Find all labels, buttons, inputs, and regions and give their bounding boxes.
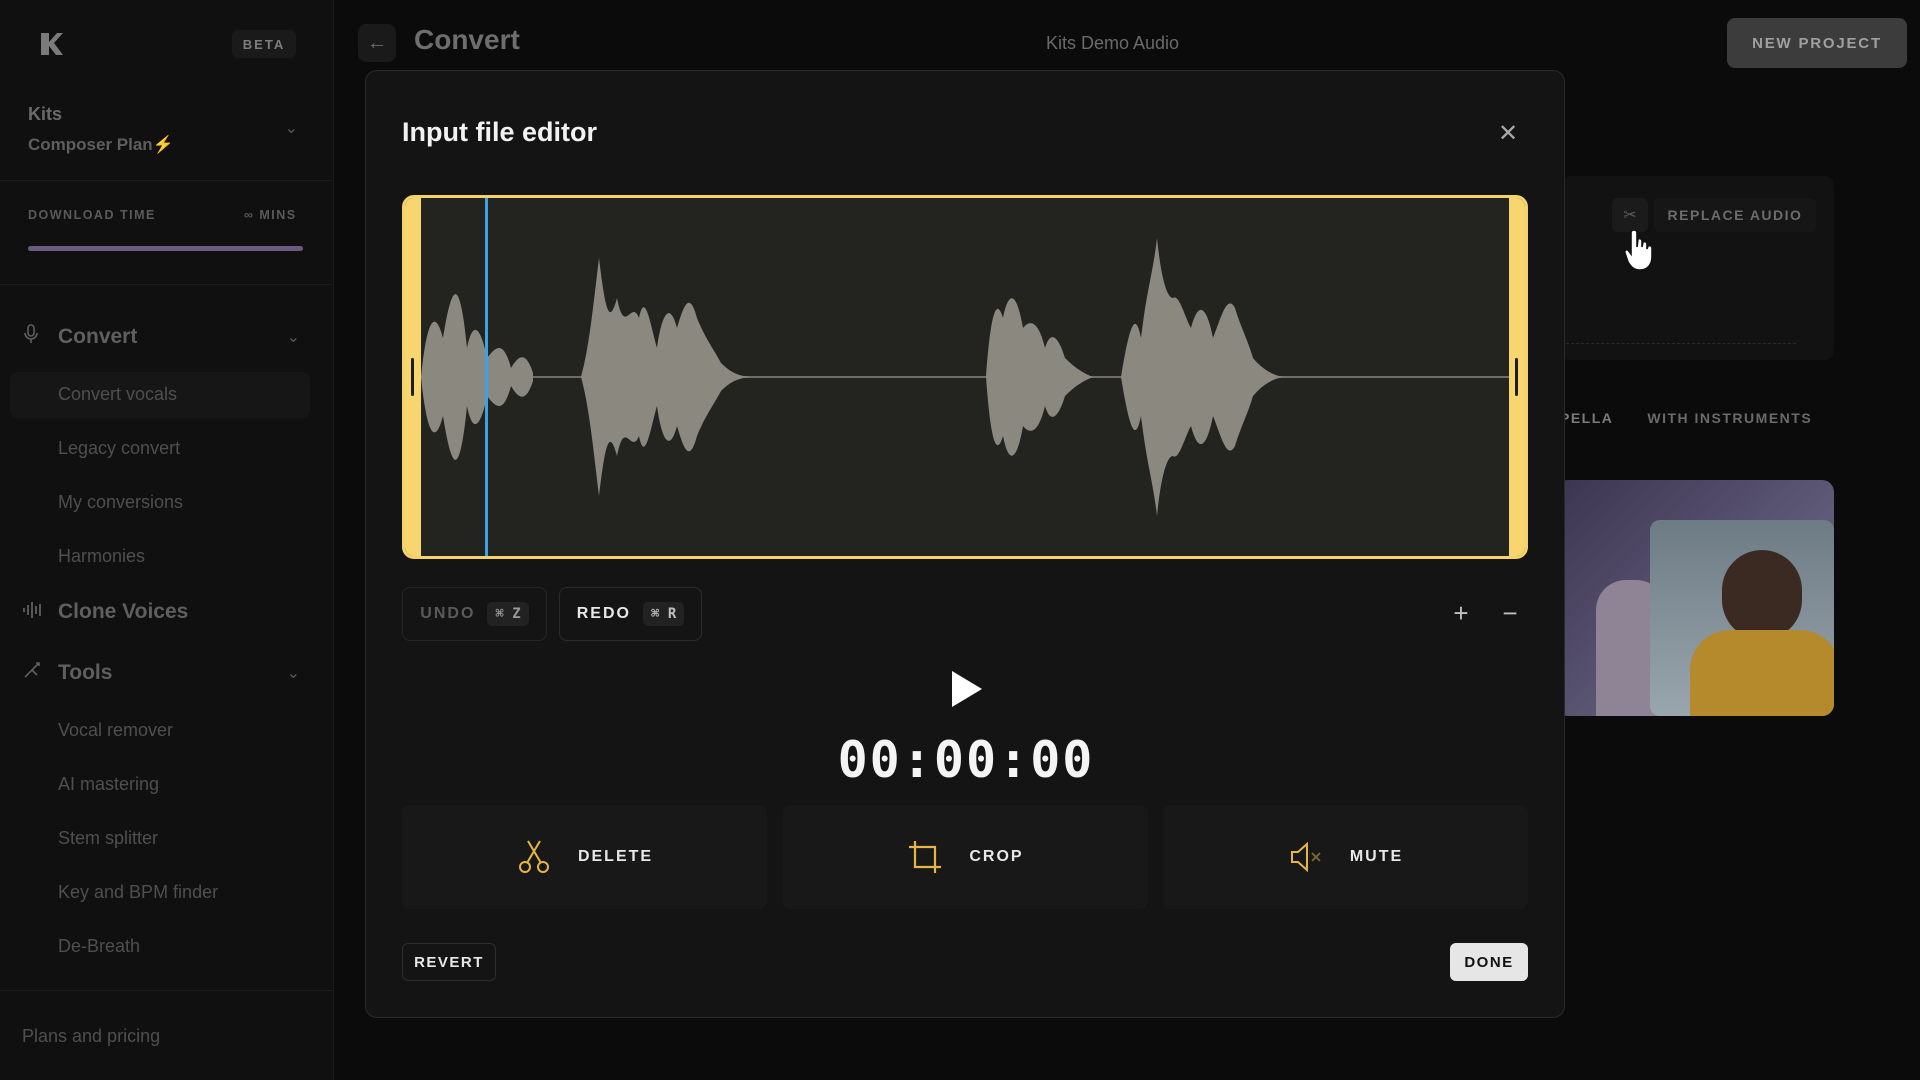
- chevron-down-icon[interactable]: ⌄: [287, 327, 300, 347]
- undo-shortcut: ⌘ Z: [487, 602, 529, 626]
- download-time-label: DOWNLOAD TIME: [28, 208, 156, 222]
- beta-badge: BETA: [232, 30, 296, 58]
- redo-button[interactable]: REDO ⌘ R: [559, 587, 702, 641]
- nav-item-my-conversions[interactable]: My conversions: [58, 492, 183, 513]
- waveform-icon: [22, 601, 46, 624]
- done-button[interactable]: DONE: [1450, 943, 1528, 981]
- grip-icon: [411, 358, 414, 396]
- download-time-value: ∞ MINS: [244, 208, 297, 222]
- nav-section-tools[interactable]: Tools ⌄: [22, 660, 300, 685]
- tab-acapella[interactable]: PELLA: [1560, 410, 1613, 426]
- close-button[interactable]: ✕: [1492, 117, 1524, 149]
- nav-item-harmonies[interactable]: Harmonies: [58, 546, 145, 567]
- kits-logo-icon[interactable]: [38, 30, 66, 58]
- undo-label: UNDO: [420, 605, 476, 622]
- delete-label: DELETE: [577, 848, 654, 865]
- account-plan: Composer Plan⚡: [28, 135, 298, 155]
- zoom-out-button[interactable]: −: [1495, 597, 1525, 629]
- nav-section-clone-voices[interactable]: Clone Voices: [22, 600, 300, 624]
- nav-item-legacy-convert[interactable]: Legacy convert: [58, 438, 180, 459]
- nav-item-convert-vocals[interactable]: Convert vocals: [58, 384, 177, 405]
- output-mode-tabs: PELLA WITH INSTRUMENTS: [1560, 410, 1812, 426]
- plus-icon: +: [1453, 597, 1469, 628]
- back-button[interactable]: ←: [358, 24, 396, 62]
- plans-and-pricing-link[interactable]: Plans and pricing: [22, 1026, 160, 1047]
- sidebar: BETA Kits Composer Plan⚡ ⌄ DOWNLOAD TIME…: [0, 0, 334, 1080]
- account-switcher[interactable]: Kits Composer Plan⚡ ⌄: [28, 104, 298, 155]
- download-time-bar: [28, 246, 303, 251]
- tools-icon: [22, 660, 46, 685]
- artwork-head: [1722, 550, 1802, 640]
- divider: [0, 180, 334, 181]
- close-icon: ✕: [1497, 119, 1519, 147]
- arrow-left-icon: ←: [367, 31, 387, 54]
- background-waveform: [1566, 324, 1796, 344]
- play-button[interactable]: [946, 667, 986, 711]
- nav-section-convert[interactable]: Convert ⌄: [22, 324, 300, 349]
- minus-icon: −: [1502, 597, 1518, 628]
- zoom-in-button[interactable]: +: [1446, 597, 1476, 629]
- new-project-button[interactable]: NEW PROJECT: [1727, 18, 1907, 68]
- download-time-fill: [28, 246, 303, 251]
- playhead[interactable]: [485, 198, 488, 556]
- undo-button[interactable]: UNDO ⌘ Z: [402, 587, 547, 641]
- crop-button[interactable]: CROP: [783, 805, 1148, 909]
- account-name: Kits: [28, 104, 63, 124]
- redo-shortcut: ⌘ R: [642, 602, 685, 626]
- delete-button[interactable]: DELETE: [402, 805, 767, 909]
- nav-section-label: Tools: [58, 660, 113, 684]
- nav-section-label: Clone Voices: [58, 600, 189, 623]
- app-window: BETA Kits Composer Plan⚡ ⌄ DOWNLOAD TIME…: [0, 0, 1920, 1080]
- speaker-mute-icon: [1288, 839, 1324, 875]
- divider: [0, 284, 334, 285]
- nav-item-key-bpm-finder[interactable]: Key and BPM finder: [58, 882, 218, 903]
- microphone-icon: [22, 324, 46, 349]
- mute-label: MUTE: [1349, 848, 1404, 865]
- scissors-icon: [516, 839, 552, 875]
- revert-button[interactable]: REVERT: [402, 943, 496, 981]
- redo-label: REDO: [576, 605, 631, 622]
- play-icon: [952, 671, 982, 707]
- chevron-down-icon[interactable]: ⌄: [285, 118, 298, 138]
- modal-title: Input file editor: [402, 117, 597, 147]
- trim-handle-left[interactable]: [405, 198, 421, 556]
- page-title: Convert: [414, 24, 520, 55]
- waveform: [421, 238, 1511, 516]
- voice-artwork-image: [1556, 480, 1834, 716]
- waveform-editor[interactable]: [402, 195, 1528, 559]
- tab-with-instruments[interactable]: WITH INSTRUMENTS: [1647, 410, 1812, 426]
- artwork-body: [1690, 630, 1834, 716]
- crop-icon: [907, 839, 943, 875]
- timecode-display: 00:00:00: [837, 731, 1095, 789]
- account-plan-label: Composer Plan: [28, 135, 153, 154]
- bolt-icon: ⚡: [152, 135, 174, 154]
- grip-icon: [1515, 358, 1518, 396]
- input-file-editor-modal: Input file editor ✕ UNDO ⌘ Z REDO ⌘ R + …: [365, 70, 1565, 1018]
- nav-item-ai-mastering[interactable]: AI mastering: [58, 774, 159, 795]
- crop-label: CROP: [969, 848, 1024, 865]
- divider: [0, 990, 334, 991]
- replace-audio-button[interactable]: REPLACE AUDIO: [1654, 198, 1816, 232]
- artwork-photo: [1650, 520, 1834, 716]
- mute-button[interactable]: MUTE: [1163, 805, 1528, 909]
- trim-handle-right[interactable]: [1509, 198, 1525, 556]
- nav-item-stem-splitter[interactable]: Stem splitter: [58, 828, 158, 849]
- project-name[interactable]: Kits Demo Audio: [1046, 33, 1179, 54]
- nav-item-de-breath[interactable]: De-Breath: [58, 936, 140, 957]
- hand-cursor-icon: [1622, 226, 1662, 282]
- scissors-icon: ✂: [1623, 207, 1637, 224]
- chevron-down-icon[interactable]: ⌄: [287, 663, 300, 683]
- nav-item-vocal-remover[interactable]: Vocal remover: [58, 720, 173, 741]
- nav-section-label: Convert: [58, 324, 138, 348]
